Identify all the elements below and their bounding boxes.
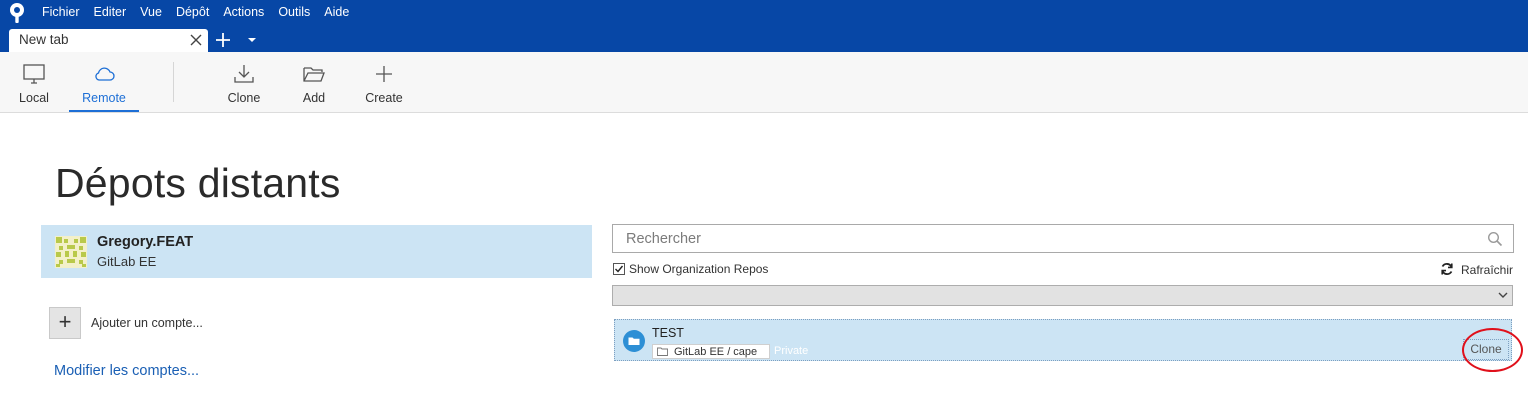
account-name: Gregory.FEAT	[97, 234, 194, 250]
repo-path: GitLab EE / cape	[674, 345, 758, 358]
repo-clone-button[interactable]: Clone	[1463, 339, 1509, 360]
chevron-down-icon[interactable]	[246, 35, 258, 45]
title-bar: Fichier Editer Vue Dépôt Actions Outils …	[0, 0, 1528, 52]
chevron-down-icon	[1498, 292, 1508, 298]
repo-visibility-badge: Private	[774, 345, 809, 357]
show-org-repos-checkbox[interactable]	[613, 263, 625, 275]
local-label: Local	[19, 91, 49, 105]
add-toolbar-label: Add	[302, 91, 326, 105]
folder-icon	[657, 347, 668, 356]
sourcetree-logo-icon[interactable]	[6, 2, 28, 24]
local-button[interactable]: Local	[12, 52, 56, 112]
cloud-icon	[95, 67, 115, 81]
menu-aide[interactable]: Aide	[324, 4, 349, 20]
search-icon	[1487, 231, 1503, 247]
add-account-label[interactable]: Ajouter un compte...	[91, 316, 203, 330]
monitor-icon	[23, 64, 45, 84]
plus-icon	[376, 66, 392, 82]
filter-select[interactable]	[612, 285, 1513, 306]
plus-icon: +	[58, 309, 72, 334]
folder-open-icon	[303, 67, 325, 82]
create-toolbar-label: Create	[365, 91, 403, 105]
show-org-repos-label[interactable]: Show Organization Repos	[629, 262, 768, 276]
menu-actions[interactable]: Actions	[223, 4, 264, 20]
add-account-button[interactable]: +	[49, 307, 81, 339]
menu-editer[interactable]: Editer	[94, 4, 127, 20]
clone-toolbar-label: Clone	[227, 91, 261, 105]
edit-accounts-link[interactable]: Modifier les comptes...	[54, 363, 199, 379]
repo-name: TEST	[652, 326, 684, 340]
checkmark-icon	[615, 265, 624, 273]
repo-folder-icon	[623, 330, 645, 352]
toolbar-divider	[173, 62, 174, 102]
search-input[interactable]	[612, 224, 1514, 253]
remote-label: Remote	[82, 91, 126, 105]
toolbar: Local Remote Clone Add Create	[0, 52, 1528, 113]
menu-outils[interactable]: Outils	[278, 4, 310, 20]
refresh-button[interactable]: Rafraîchir	[1461, 263, 1513, 277]
close-icon[interactable]	[189, 33, 203, 47]
repo-list-item[interactable]: TEST GitLab EE / cape Private Clone	[614, 319, 1512, 361]
avatar	[55, 236, 87, 268]
page-title: Dépots distants	[55, 160, 341, 206]
remote-button[interactable]: Remote	[69, 52, 139, 112]
menu-bar: Fichier Editer Vue Dépôt Actions Outils …	[42, 4, 363, 20]
repo-path-badge: GitLab EE / cape	[652, 344, 771, 359]
plus-icon[interactable]	[214, 31, 232, 49]
refresh-icon[interactable]	[1440, 262, 1454, 276]
account-provider: GitLab EE	[97, 254, 157, 269]
menu-fichier[interactable]: Fichier	[42, 4, 80, 20]
clone-toolbar-button[interactable]: Clone	[220, 52, 268, 112]
tab-label: New tab	[19, 32, 69, 47]
download-icon	[234, 65, 254, 83]
account-item[interactable]: Gregory.FEAT GitLab EE	[41, 225, 592, 278]
menu-vue[interactable]: Vue	[140, 4, 162, 20]
menu-depot[interactable]: Dépôt	[176, 4, 209, 20]
add-toolbar-button[interactable]: Add	[292, 52, 336, 112]
tab-new-tab[interactable]: New tab	[9, 29, 208, 52]
create-toolbar-button[interactable]: Create	[360, 52, 408, 112]
